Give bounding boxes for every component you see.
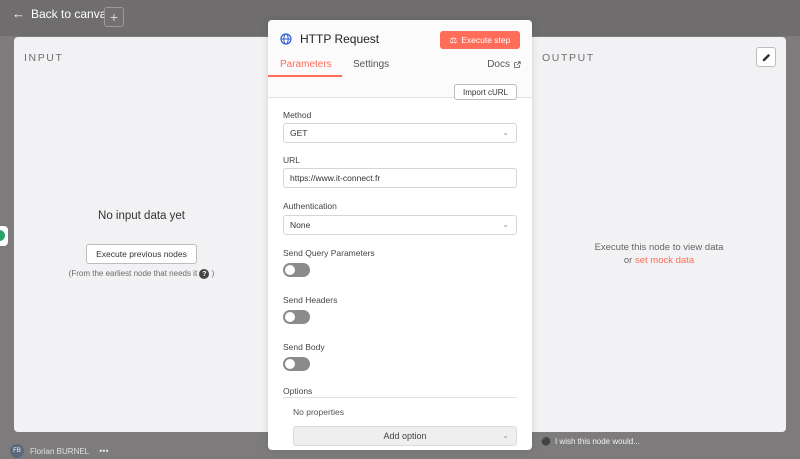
send-query-label: Send Query Parameters — [283, 248, 375, 258]
send-headers-toggle[interactable] — [283, 310, 310, 324]
method-select[interactable]: GET ⌄ — [283, 123, 517, 143]
earliest-note-end: ) — [211, 269, 215, 279]
earliest-node-note: (From the earliest node that needs it ? … — [14, 269, 269, 279]
feedback-link[interactable]: ⚫ I wish this node would... — [541, 437, 640, 446]
back-to-canvas-link[interactable]: ← Back to canvas — [12, 6, 112, 21]
authentication-value: None — [290, 220, 311, 230]
chevron-down-icon: ⌄ — [502, 128, 509, 137]
input-pane: INPUT No input data yet Execute previous… — [14, 37, 269, 432]
input-pane-title: INPUT — [24, 52, 64, 64]
flask-icon: ⚖ — [449, 34, 458, 45]
earliest-note-text: (From the earliest node that needs it — [68, 269, 198, 279]
set-mock-data-link[interactable]: set mock data — [635, 255, 694, 266]
arrow-left-icon: ← — [12, 6, 25, 21]
no-input-message: No input data yet — [98, 210, 185, 222]
no-properties-text: No properties — [293, 407, 345, 417]
options-divider — [283, 397, 517, 398]
execute-previous-nodes-button[interactable]: Execute previous nodes — [86, 244, 197, 264]
send-body-label: Send Body — [283, 342, 325, 352]
edit-output-button[interactable] — [756, 47, 776, 67]
feedback-label: I wish this node would... — [554, 437, 640, 446]
chevron-down-icon: ⌄ — [502, 220, 509, 229]
external-link-icon — [514, 60, 521, 68]
tab-parameters[interactable]: Parameters — [280, 59, 332, 70]
add-node-button[interactable]: + — [104, 7, 124, 27]
options-label: Options — [283, 386, 313, 396]
output-pane: OUTPUT Execute this node to view data or… — [532, 37, 786, 432]
authentication-select[interactable]: None ⌄ — [283, 215, 517, 235]
chevron-down-icon: ⌄ — [502, 431, 509, 440]
output-msg-line1: Execute this node to view data — [594, 242, 724, 253]
url-value: https://www.it-connect.fr — [290, 173, 381, 183]
docs-label: Docs — [487, 59, 510, 70]
tab-settings[interactable]: Settings — [353, 59, 389, 70]
more-options-icon[interactable]: ••• — [99, 446, 108, 456]
node-parameters-panel: HTTP Request ⚖ Execute step Parameters S… — [268, 20, 532, 450]
globe-icon — [280, 33, 292, 45]
pencil-icon — [762, 53, 770, 61]
docs-link[interactable]: Docs — [487, 59, 521, 70]
user-menu[interactable]: FB Florian BURNEL ••• — [10, 444, 109, 458]
output-empty-message: Execute this node to view data or set mo… — [532, 241, 786, 267]
back-to-canvas-label: Back to canvas — [31, 6, 113, 21]
output-pane-title: OUTPUT — [542, 52, 595, 64]
send-body-toggle[interactable] — [283, 357, 310, 371]
user-name: Florian BURNEL — [30, 446, 90, 456]
status-badge — [0, 226, 8, 246]
method-value: GET — [290, 128, 308, 138]
url-input[interactable]: https://www.it-connect.fr — [283, 168, 517, 188]
active-tab-indicator — [268, 75, 342, 77]
help-icon[interactable]: ? — [199, 269, 210, 279]
lightbulb-icon: ⚫ — [541, 437, 551, 446]
output-msg-or: or — [623, 255, 633, 266]
execute-step-button[interactable]: ⚖ Execute step — [440, 31, 520, 49]
method-label: Method — [283, 110, 312, 120]
send-headers-label: Send Headers — [283, 295, 338, 305]
avatar: FB — [10, 444, 24, 458]
url-label: URL — [283, 155, 301, 165]
add-option-dropdown[interactable]: Add option ⌄ — [293, 426, 517, 446]
add-option-label: Add option — [383, 431, 427, 441]
send-query-toggle[interactable] — [283, 263, 310, 277]
execute-step-label: Execute step — [461, 35, 511, 45]
node-title-text: HTTP Request — [300, 32, 380, 46]
import-curl-button[interactable]: Import cURL — [454, 84, 517, 100]
node-title: HTTP Request — [280, 32, 379, 46]
authentication-label: Authentication — [283, 201, 337, 211]
